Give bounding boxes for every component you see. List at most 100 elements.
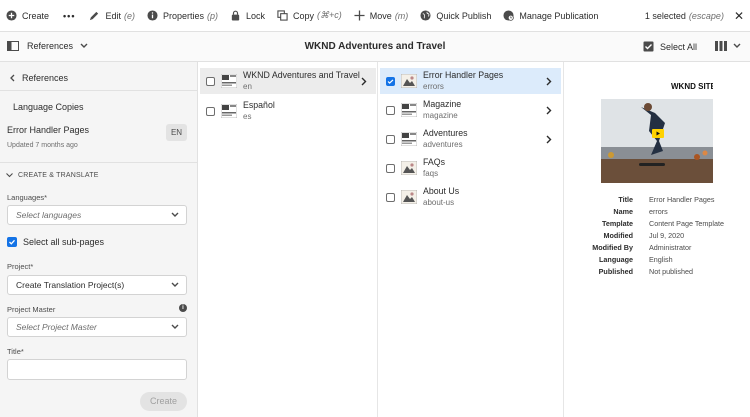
pencil-icon [90, 11, 99, 21]
move-label: Move [369, 10, 392, 21]
row-checkbox[interactable] [386, 105, 395, 115]
reference-name: Error Handler Pages [7, 125, 90, 135]
globe-icon [420, 10, 431, 21]
meta-row-name: Name errors [560, 206, 750, 218]
item-name: about-us [423, 198, 455, 207]
quick-publish-button[interactable]: Quick Publish [414, 0, 497, 32]
page-thumbnail-icon [220, 103, 238, 119]
back-to-references-button[interactable]: References [9, 73, 68, 83]
title-label: Title* [7, 347, 24, 356]
page-thumbnail-icon [400, 131, 418, 147]
meta-value: English [649, 255, 673, 264]
meta-key: Template [601, 219, 633, 228]
rail-icon [7, 41, 19, 51]
column-item[interactable]: Español es [200, 98, 376, 124]
column-view-column-2: Error Handler Pages errors Magazine magazi… [378, 62, 564, 417]
reference-updated: Updated 7 months ago [7, 142, 78, 149]
meta-row-published: Published Not published [560, 266, 750, 278]
lock-button[interactable]: Lock [224, 0, 271, 32]
create-translate-section-toggle[interactable]: CREATE & TRANSLATE [6, 172, 99, 179]
page-thumbnail-icon [220, 73, 238, 89]
divider [0, 162, 197, 163]
column-item[interactable]: About Us about-us [380, 184, 561, 210]
item-name: faqs [423, 169, 439, 178]
project-master-placeholder: Select Project Master [16, 322, 97, 332]
meta-row-language: Language English [560, 254, 750, 266]
row-checkbox[interactable] [386, 76, 395, 86]
manage-publication-label: Manage Publication [519, 10, 599, 21]
project-select[interactable]: Create Translation Project(s) [7, 275, 187, 295]
meta-row-modified: Modified Jul 9, 2020 [560, 230, 750, 242]
escape-hint: (escape) [688, 10, 724, 21]
checkmark-icon [387, 78, 394, 84]
chevron-down-icon [80, 43, 88, 48]
copy-button[interactable]: Copy (⌘+c) [271, 0, 348, 32]
page-thumbnail-icon [400, 73, 418, 89]
action-bar: Create ••• Edit (e) Properties (p) Lock Co… [0, 0, 750, 32]
column-item[interactable]: Error Handler Pages errors [380, 68, 561, 94]
item-name: errors [423, 82, 444, 91]
column-item[interactable]: WKND Adventures and Travel en [200, 68, 376, 94]
rail-toggle-label: References [27, 41, 74, 51]
meta-key: Published [598, 267, 633, 276]
select-all-subpages-checkbox[interactable]: Select all sub-pages [7, 237, 104, 247]
close-selection-icon[interactable]: ✕ [734, 10, 744, 22]
properties-label: Properties [162, 10, 205, 21]
select-all-label: Select All [660, 41, 698, 52]
manage-publication-button[interactable]: Manage Publication [497, 0, 604, 32]
title-input[interactable] [7, 359, 187, 380]
edit-button[interactable]: Edit (e) [83, 0, 141, 32]
chevron-right-icon[interactable] [546, 135, 552, 144]
languages-select[interactable]: Select languages [7, 205, 187, 225]
meta-value: Content Page Template [649, 219, 724, 228]
column-item[interactable]: FAQs faqs [380, 155, 561, 181]
languages-label: Languages* [7, 193, 48, 202]
rail-toggle-button[interactable]: References [7, 41, 96, 51]
copy-icon [277, 10, 288, 21]
select-subpages-label: Select all sub-pages [23, 237, 105, 247]
selection-info: 1 selected (escape) ✕ [645, 10, 750, 22]
row-checkbox[interactable] [386, 163, 395, 173]
back-label: References [22, 73, 69, 83]
create-translation-button[interactable]: Create [140, 392, 187, 411]
page-thumbnail-icon [400, 160, 418, 176]
item-name: es [243, 112, 252, 121]
meta-key: Language [599, 255, 633, 264]
navigation-toolbar: References WKND Adventures and Travel Se… [0, 32, 750, 62]
info-icon [147, 10, 158, 21]
wknd-site-logo: WKND SITE [671, 82, 713, 91]
meta-value: Jul 9, 2020 [649, 231, 685, 240]
view-switcher-button[interactable] [715, 41, 741, 51]
more-icon: ••• [63, 10, 76, 21]
row-checkbox[interactable] [386, 192, 395, 202]
lock-label: Lock [246, 10, 266, 21]
item-title: FAQs [423, 157, 445, 167]
row-checkbox[interactable] [206, 76, 215, 86]
move-button[interactable]: Move (m) [348, 0, 415, 32]
create-button[interactable]: Create [0, 0, 55, 32]
chevron-right-icon[interactable] [546, 106, 552, 115]
item-title: Español [243, 100, 275, 110]
chevron-right-icon[interactable] [546, 77, 552, 86]
item-name: en [243, 82, 252, 91]
page-title: WKND Adventures and Travel [304, 41, 446, 52]
meta-row-template: Template Content Page Template [560, 218, 750, 230]
more-actions-button[interactable]: ••• [55, 0, 83, 32]
edit-label: Edit [105, 10, 121, 21]
chevron-down-icon [6, 173, 13, 178]
project-master-label: Project Master [7, 305, 56, 314]
column-item[interactable]: Magazine magazine [380, 97, 561, 123]
chevron-right-icon[interactable] [361, 77, 367, 86]
divider [0, 90, 197, 91]
properties-button[interactable]: Properties (p) [141, 0, 224, 32]
column-item[interactable]: Adventures adventures [380, 126, 561, 152]
meta-value: Administrator [649, 243, 692, 252]
project-master-select[interactable]: Select Project Master [7, 317, 187, 337]
info-icon[interactable]: i [179, 304, 187, 312]
row-checkbox[interactable] [206, 106, 215, 116]
row-checkbox[interactable] [386, 134, 395, 144]
checkbox-checked-icon [7, 237, 17, 247]
language-copies-heading: Language Copies [13, 102, 84, 112]
meta-key: Modified [603, 231, 633, 240]
select-all-button[interactable]: Select All [643, 41, 697, 52]
